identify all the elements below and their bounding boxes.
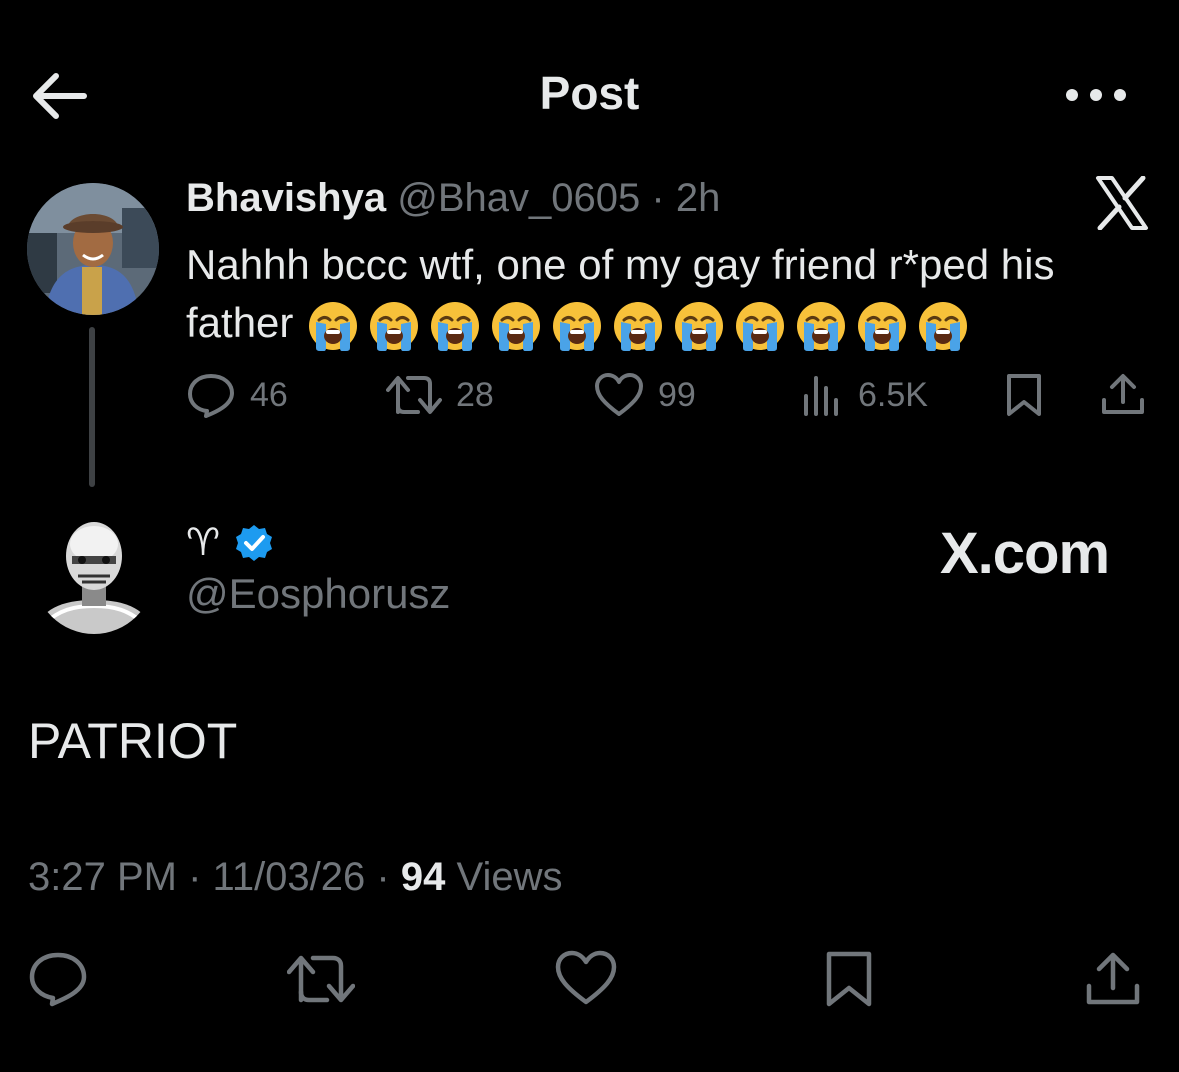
more-button[interactable] bbox=[1062, 80, 1130, 110]
author-avatar[interactable] bbox=[34, 514, 154, 634]
quoted-display-name[interactable]: Bhavishya bbox=[186, 176, 386, 220]
loudly-crying-face-icon bbox=[309, 301, 358, 351]
loudly-crying-face-icon bbox=[431, 301, 480, 351]
quoted-author-meta: Bhavishya @Bhav_0605 · 2h bbox=[186, 176, 720, 221]
repost-button[interactable] bbox=[287, 950, 355, 1008]
bookmark-button[interactable] bbox=[822, 950, 876, 1008]
reply-button[interactable] bbox=[28, 950, 88, 1008]
quoted-handle[interactable]: @Bhav_0605 bbox=[397, 176, 640, 220]
loudly-crying-face-icon bbox=[492, 301, 541, 351]
quoted-share-button[interactable] bbox=[1100, 372, 1160, 418]
tweet-views-label[interactable]: Views bbox=[456, 855, 562, 899]
heart-icon bbox=[595, 373, 643, 416]
share-button[interactable] bbox=[1084, 950, 1142, 1008]
quoted-text: Nahhh bccc wtf, one of my gay friend r*p… bbox=[186, 236, 1146, 352]
meta-separator: · bbox=[188, 855, 202, 899]
like-button[interactable] bbox=[555, 950, 617, 1008]
share-icon bbox=[1086, 952, 1140, 1005]
reply-count: 46 bbox=[250, 375, 288, 414]
thread-connector bbox=[89, 327, 95, 487]
quoted-repost-button[interactable]: 28 bbox=[386, 372, 494, 418]
tweet-date: 11/03/26 bbox=[212, 855, 366, 899]
quoted-author-avatar[interactable] bbox=[27, 183, 159, 315]
page-title: Post bbox=[539, 67, 640, 119]
loudly-crying-face-icon bbox=[736, 301, 785, 351]
meta-separator: · bbox=[376, 855, 390, 899]
loudly-crying-face-icon bbox=[614, 301, 663, 351]
tweet-time: 3:27 PM bbox=[28, 855, 177, 899]
bookmark-icon bbox=[826, 951, 872, 1007]
like-count: 99 bbox=[658, 375, 696, 414]
reply-icon bbox=[29, 952, 87, 1007]
reply-icon bbox=[188, 374, 234, 418]
meta-separator: · bbox=[651, 176, 665, 220]
verified-badge-icon[interactable] bbox=[234, 523, 274, 563]
loudly-crying-face-icon bbox=[370, 301, 419, 351]
author-handle[interactable]: @Eosphorusz bbox=[186, 570, 450, 618]
quoted-time[interactable]: 2h bbox=[676, 176, 721, 220]
share-icon bbox=[1102, 374, 1144, 414]
repost-count: 28 bbox=[456, 375, 494, 414]
tweet-text: PATRIOT bbox=[28, 713, 238, 769]
x-logo-icon bbox=[1094, 176, 1150, 230]
more-horizontal-icon bbox=[1066, 89, 1126, 101]
tweet-views-count[interactable]: 94 bbox=[401, 855, 446, 899]
quoted-reply-button[interactable]: 46 bbox=[186, 372, 288, 418]
bookmark-icon bbox=[1007, 374, 1041, 416]
author-display-name[interactable]: ♈ bbox=[186, 520, 220, 565]
x-com-watermark: X.com bbox=[940, 521, 1110, 586]
loudly-crying-face-icon bbox=[553, 301, 602, 351]
quoted-views-button[interactable]: 6.5K bbox=[800, 372, 928, 418]
heart-icon bbox=[555, 950, 617, 1005]
loudly-crying-face-icon bbox=[675, 301, 724, 351]
quoted-bookmark-button[interactable] bbox=[1004, 372, 1058, 418]
views-count: 6.5K bbox=[858, 375, 928, 414]
views-bar-chart-icon bbox=[804, 376, 838, 416]
loudly-crying-face-icon bbox=[858, 301, 907, 351]
author-name-row: ♈ bbox=[186, 520, 274, 565]
loudly-crying-face-icon bbox=[797, 301, 846, 351]
loudly-crying-face-icon bbox=[919, 301, 968, 351]
repost-icon bbox=[287, 955, 355, 1003]
repost-icon bbox=[386, 376, 442, 414]
quoted-like-button[interactable]: 99 bbox=[594, 372, 696, 418]
tweet-timestamp: 3:27 PM · 11/03/26 · 94 Views bbox=[28, 855, 562, 900]
emoji-row bbox=[293, 299, 969, 351]
